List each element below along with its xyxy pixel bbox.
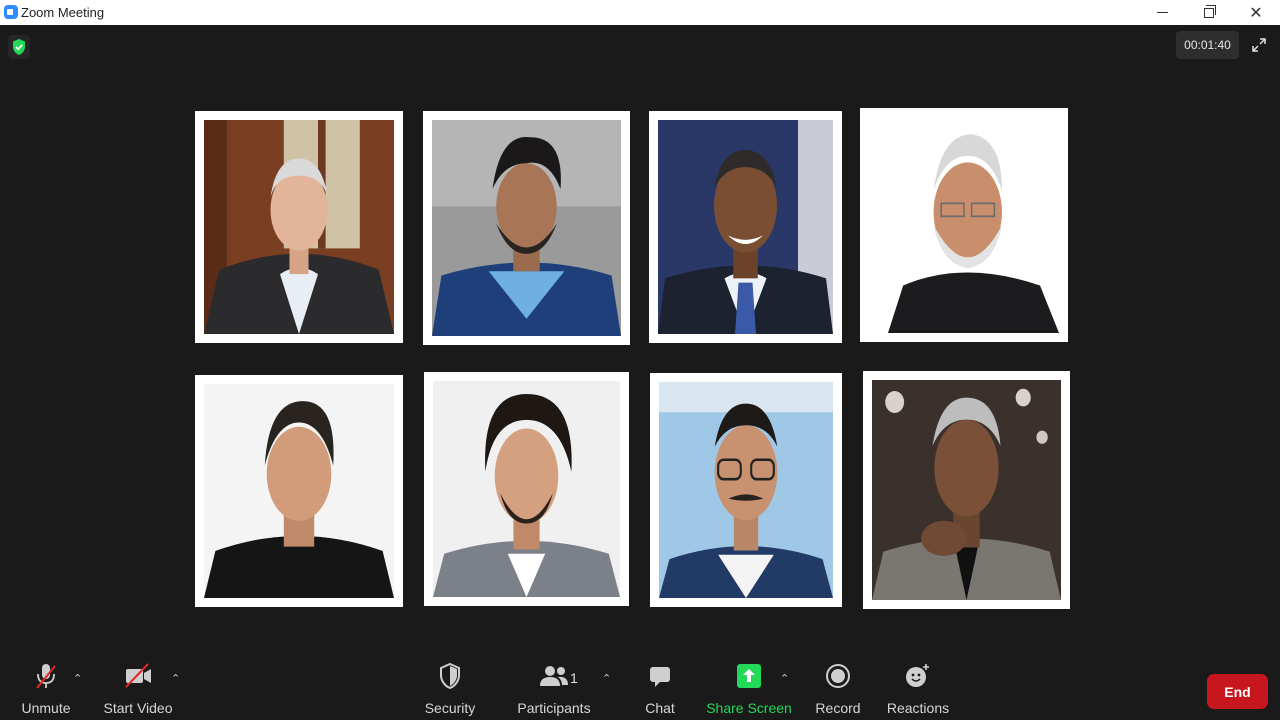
record-button[interactable]: Record <box>814 656 862 720</box>
record-label: Record <box>815 700 861 716</box>
participant-photo <box>433 381 620 597</box>
participant-tile[interactable] <box>423 111 630 345</box>
share-screen-button[interactable]: Share Screen <box>706 656 792 720</box>
participant-photo <box>204 120 394 334</box>
meeting-timer: 00:01:40 <box>1176 31 1239 59</box>
muted-mic-icon <box>31 656 61 696</box>
participants-label: Participants <box>517 700 591 716</box>
audio-options-caret[interactable]: ⌃ <box>73 672 82 685</box>
participant-tile[interactable] <box>650 373 842 607</box>
unmute-button[interactable]: Unmute <box>14 656 78 720</box>
restore-icon <box>1204 4 1216 18</box>
participant-photo <box>432 120 621 336</box>
participant-photo <box>658 120 833 334</box>
share-screen-label: Share Screen <box>706 700 792 716</box>
chat-button[interactable]: Chat <box>640 656 680 720</box>
close-icon: ✕ <box>1249 4 1263 22</box>
participant-photo <box>204 384 394 598</box>
shield-check-icon <box>13 39 25 55</box>
participant-tile[interactable] <box>195 375 403 607</box>
participant-tile[interactable] <box>860 108 1068 342</box>
participant-photo <box>872 380 1061 600</box>
participant-photo <box>869 117 1059 333</box>
share-options-caret[interactable]: ⌃ <box>780 672 789 685</box>
participant-tile[interactable] <box>195 111 403 343</box>
participants-options-caret[interactable]: ⌃ <box>602 672 611 685</box>
participants-count: 1 <box>570 670 578 686</box>
participants-button[interactable]: Participants <box>517 656 591 720</box>
window-title: Zoom Meeting <box>21 5 105 20</box>
expand-icon <box>1252 38 1266 52</box>
reactions-icon <box>904 656 932 696</box>
meeting-toolbar: Unmute ⌃ Start Video ⌃ Security Particip… <box>0 656 1280 720</box>
chat-icon <box>648 656 672 696</box>
end-meeting-button[interactable]: End <box>1207 674 1268 709</box>
unmute-label: Unmute <box>21 700 71 716</box>
minimize-icon <box>1156 12 1168 13</box>
chat-label: Chat <box>645 700 675 716</box>
start-video-button[interactable]: Start Video <box>102 656 174 720</box>
close-button[interactable]: ✕ <box>1233 0 1279 25</box>
shield-icon <box>439 656 461 696</box>
fullscreen-button[interactable] <box>1245 31 1273 59</box>
reactions-button[interactable]: Reactions <box>886 656 950 720</box>
title-bar: Zoom Meeting ✕ <box>0 0 1280 25</box>
participants-icon <box>538 656 570 696</box>
participant-tile[interactable] <box>863 371 1070 609</box>
zoom-app-icon <box>4 5 18 19</box>
restore-button[interactable] <box>1186 0 1232 25</box>
security-label: Security <box>424 700 476 716</box>
encryption-badge[interactable] <box>8 35 30 59</box>
security-button[interactable]: Security <box>420 656 480 720</box>
minimize-button[interactable] <box>1139 0 1185 25</box>
participant-tile[interactable] <box>649 111 842 343</box>
record-icon <box>825 656 851 696</box>
reactions-label: Reactions <box>886 700 950 716</box>
video-options-caret[interactable]: ⌃ <box>171 672 180 685</box>
start-video-label: Start Video <box>103 700 173 716</box>
share-screen-icon <box>736 656 762 696</box>
participant-photo <box>659 382 833 598</box>
video-off-icon <box>122 656 154 696</box>
participant-tile[interactable] <box>424 372 629 606</box>
